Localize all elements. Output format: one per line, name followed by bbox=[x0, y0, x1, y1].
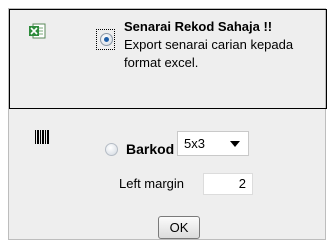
export-title: Senarai Rekod Sahaja !! bbox=[124, 19, 273, 34]
ok-button[interactable]: OK bbox=[158, 216, 200, 239]
left-margin-label: Left margin bbox=[119, 176, 185, 191]
export-excel-radio[interactable] bbox=[100, 33, 113, 46]
barkod-label: Barkod bbox=[126, 141, 175, 157]
left-margin-input[interactable]: 2 bbox=[203, 173, 253, 195]
export-excel-section: Senarai Rekod Sahaja !! Export senarai c… bbox=[9, 9, 327, 109]
chevron-down-icon bbox=[230, 141, 240, 147]
barkod-radio[interactable] bbox=[105, 143, 118, 156]
export-options-panel: Senarai Rekod Sahaja !! Export senarai c… bbox=[8, 8, 327, 240]
barkod-size-value: 5x3 bbox=[184, 136, 205, 151]
radio-selected-dot bbox=[104, 37, 109, 42]
barkod-size-select[interactable]: 5x3 bbox=[177, 131, 249, 156]
barcode-icon bbox=[35, 130, 49, 144]
excel-icon bbox=[29, 23, 46, 39]
export-description: Export senarai carian kepada format exce… bbox=[124, 37, 294, 70]
